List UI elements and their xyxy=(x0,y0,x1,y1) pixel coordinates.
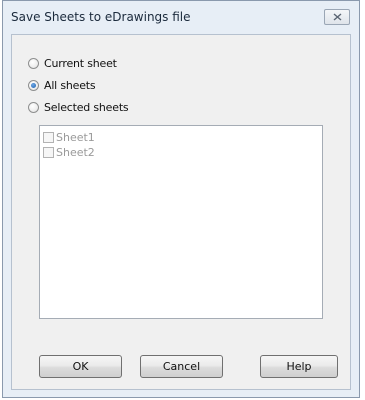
radio-all-sheets-label: All sheets xyxy=(44,78,96,92)
sheet2-checkbox[interactable] xyxy=(43,146,54,158)
radio-all-sheets-indicator[interactable] xyxy=(28,79,39,91)
list-item[interactable]: Sheet1 xyxy=(43,130,95,144)
radio-current-sheet-label: Current sheet xyxy=(44,56,117,70)
title-bar: Save Sheets to eDrawings file xyxy=(3,1,359,33)
sheet-list[interactable]: Sheet1 Sheet2 xyxy=(39,125,323,319)
radio-selected-sheets-label: Selected sheets xyxy=(44,100,129,114)
close-button[interactable] xyxy=(324,9,350,25)
radio-all-sheets[interactable]: All sheets xyxy=(28,77,96,93)
ok-button[interactable]: OK xyxy=(39,355,122,378)
cancel-button[interactable]: Cancel xyxy=(140,355,223,378)
list-item[interactable]: Sheet2 xyxy=(43,145,95,159)
radio-current-sheet-indicator[interactable] xyxy=(28,57,39,69)
help-button[interactable]: Help xyxy=(260,355,338,378)
dialog-body: Current sheet All sheets Selected sheets… xyxy=(11,34,351,390)
sheet1-label: Sheet1 xyxy=(56,130,95,144)
radio-selected-sheets[interactable]: Selected sheets xyxy=(28,99,129,115)
sheet1-checkbox[interactable] xyxy=(43,131,54,143)
radio-selected-sheets-indicator[interactable] xyxy=(28,101,39,113)
sheet2-label: Sheet2 xyxy=(56,145,95,159)
radio-current-sheet[interactable]: Current sheet xyxy=(28,55,117,71)
dialog-title: Save Sheets to eDrawings file xyxy=(11,10,191,24)
close-icon xyxy=(333,13,342,21)
save-sheets-dialog: Save Sheets to eDrawings file Current sh… xyxy=(2,0,360,398)
